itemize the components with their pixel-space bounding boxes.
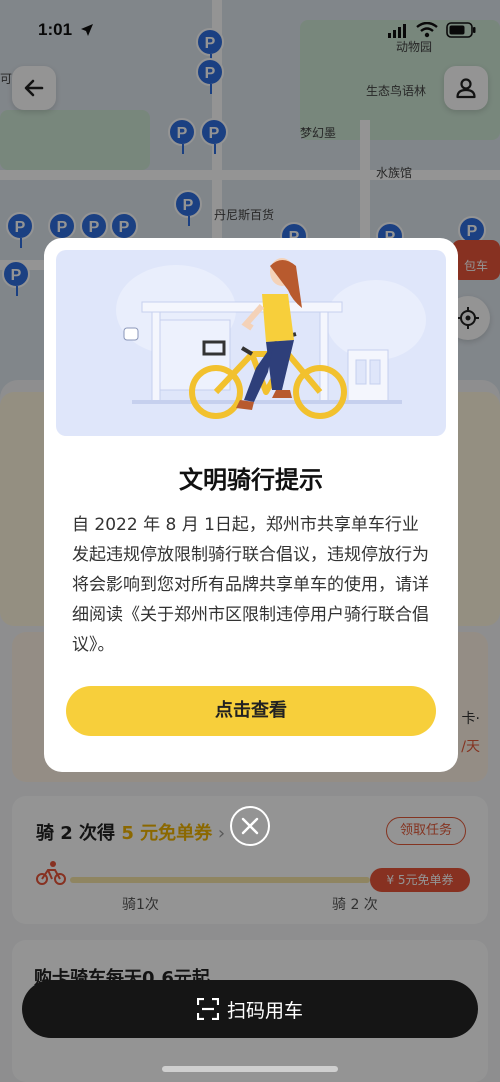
view-details-button[interactable]: 点击查看 — [66, 686, 436, 736]
riding-illustration — [56, 250, 446, 436]
modal-close-button[interactable] — [230, 806, 270, 846]
scan-label: 扫码用车 — [226, 999, 303, 1022]
modal-body-text: 自 2022 年 8 月 1日起，郑州市共享单车行业发起违规停放限制骑行联合倡议… — [72, 515, 429, 655]
scan-icon — [196, 998, 219, 1020]
app-root: 动物园 生态鸟语林 梦幻墨 水族馆 丹尼斯百货 可口·农业 P P P P P … — [0, 0, 500, 1082]
civilized-riding-modal: 文明骑行提示 自 2022 年 8 月 1日起，郑州市共享单车行业发起违规停放限… — [44, 238, 458, 772]
bike-station-illustration — [116, 258, 426, 419]
scan-to-ride-button[interactable]: 扫码用车 — [22, 980, 478, 1038]
close-icon — [241, 817, 259, 835]
modal-title: 文明骑行提示 — [179, 466, 323, 494]
home-indicator — [162, 1066, 338, 1072]
